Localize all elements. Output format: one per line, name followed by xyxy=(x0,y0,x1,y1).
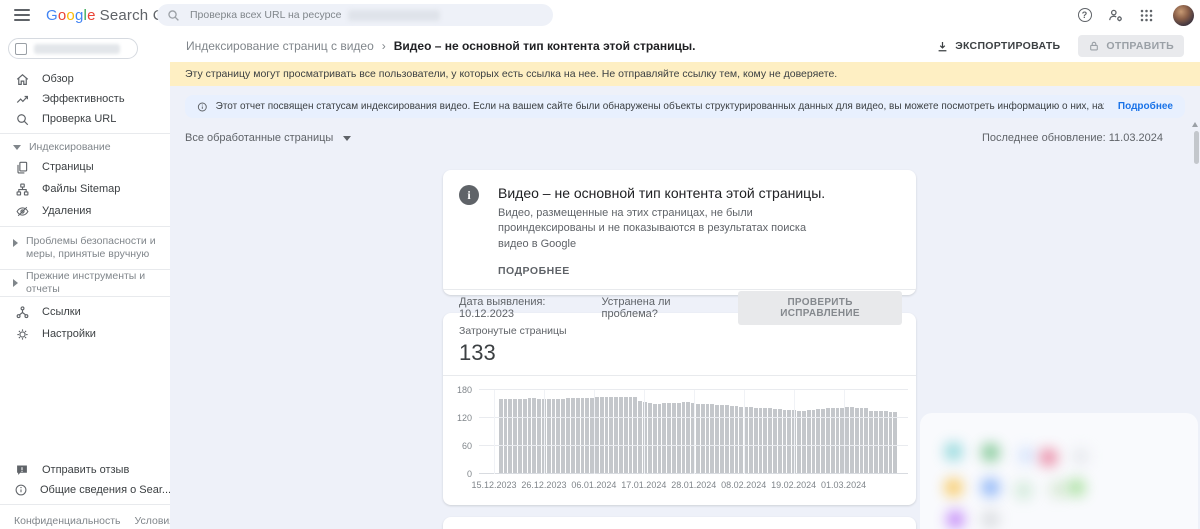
account-avatar[interactable] xyxy=(1173,4,1194,26)
apps-grid-icon xyxy=(1140,9,1153,21)
detected-date: Дата выявления: 10.12.2023 xyxy=(459,295,546,320)
scrollbar-up-arrow[interactable] xyxy=(1192,122,1198,127)
breadcrumb-parent[interactable]: Индексирование страниц с видео xyxy=(186,39,374,53)
chevron-down-icon xyxy=(343,135,352,141)
property-type-icon xyxy=(15,42,27,55)
next-card-stub xyxy=(443,517,916,529)
sidebar-section-legacy[interactable]: Прежние инструменты и отчеты xyxy=(0,270,170,295)
magnifier-icon xyxy=(14,111,30,127)
sidebar-section-indexing[interactable]: Индексирование xyxy=(0,138,170,156)
sidebar-section-security[interactable]: Проблемы безопасности и меры, принятые в… xyxy=(0,231,170,265)
lock-icon xyxy=(1090,41,1099,51)
sitemap-icon xyxy=(14,181,30,197)
privacy-link[interactable]: Конфиденциальность xyxy=(14,515,121,527)
help-button[interactable]: ? xyxy=(1076,7,1093,24)
sidebar-item-about[interactable]: Общие сведения о Sear... xyxy=(0,480,170,500)
home-icon xyxy=(14,71,30,87)
blurred-overlay xyxy=(920,413,1198,529)
metric-label: Затронутые страницы xyxy=(459,325,567,337)
sidebar-item-sitemaps[interactable]: Файлы Sitemap xyxy=(0,178,170,200)
hamburger-menu-icon[interactable] xyxy=(14,9,30,21)
share-warning-banner: Эту страницу могут просматривать все пол… xyxy=(170,62,1200,86)
breadcrumb: Индексирование страниц с видео › Видео –… xyxy=(170,30,1200,62)
validate-fix-button[interactable]: ПРОВЕРИТЬ ИСПРАВЛЕНИЕ xyxy=(738,290,902,325)
info-icon xyxy=(197,102,207,111)
sidebar-item-overview[interactable]: Обзор xyxy=(0,69,170,89)
divider xyxy=(0,504,170,505)
gear-icon xyxy=(14,326,30,342)
learn-more-link[interactable]: Подробнее xyxy=(1104,101,1173,112)
divider xyxy=(0,226,170,227)
sidebar-item-settings[interactable]: Настройки xyxy=(0,323,170,345)
issue-description: Видео, размещенные на этих страницах, не… xyxy=(498,207,807,250)
fixed-question-label: Устранена ли проблема? xyxy=(601,295,671,320)
chart-x-axis: 15.12.2023 26.12.2023 06.01.2024 17.01.2024… xyxy=(471,480,867,490)
hidden-eye-icon xyxy=(14,203,30,219)
redacted-property-label xyxy=(34,43,120,54)
url-inspection-search-input[interactable]: Проверка всех URL на ресурсе xyxy=(157,4,553,26)
feedback-icon xyxy=(14,462,30,478)
search-icon xyxy=(168,9,179,21)
sidebar-item-url-inspection[interactable]: Проверка URL xyxy=(0,109,170,129)
chevron-right-icon xyxy=(13,239,18,247)
scrollbar-thumb[interactable] xyxy=(1194,131,1199,164)
last-update-label: Последнее обновление: 11.03.2024 xyxy=(981,132,1163,144)
sidebar-item-links[interactable]: Ссылки xyxy=(0,301,170,323)
info-circle-icon xyxy=(14,482,28,498)
submit-button[interactable]: ОТПРАВИТЬ xyxy=(1078,35,1184,57)
metric-value: 133 xyxy=(459,340,496,365)
sidebar-navigation: Обзор Эффективность Проверка URL Индекси… xyxy=(0,30,170,529)
performance-trend-icon xyxy=(14,91,30,107)
top-app-bar: Google Search Console Проверка всех URL н… xyxy=(0,0,1200,30)
links-icon xyxy=(14,304,30,320)
chart-bars xyxy=(498,390,898,474)
sidebar-item-performance[interactable]: Эффективность xyxy=(0,89,170,109)
sidebar-item-feedback[interactable]: Отправить отзыв xyxy=(0,460,170,480)
filter-bar: Все обработанные страницы Последнее обно… xyxy=(185,132,1185,144)
export-button[interactable]: ЭКСПОРТИРОВАТЬ xyxy=(936,40,1060,53)
info-banner: Этот отчет посвящен статусам индексирова… xyxy=(185,95,1185,118)
google-apps-button[interactable] xyxy=(1138,7,1155,24)
pages-filter-dropdown[interactable]: Все обработанные страницы xyxy=(185,132,352,144)
pages-icon xyxy=(14,159,30,175)
breadcrumb-separator: › xyxy=(381,39,386,53)
divider xyxy=(0,296,170,297)
info-banner-text: Этот отчет посвящен статусам индексирова… xyxy=(215,101,1104,112)
google-logo: Google xyxy=(46,6,96,24)
manage-users-button[interactable] xyxy=(1107,7,1124,24)
chart-plot: 0 60 120 180 xyxy=(457,385,908,479)
user-gear-icon xyxy=(1109,9,1122,21)
affected-pages-chart-card: Затронутые страницы 133 0 60 120 180 15.12.… xyxy=(443,313,916,505)
download-icon xyxy=(938,41,947,51)
chevron-right-icon xyxy=(13,279,18,287)
sidebar-item-pages[interactable]: Страницы xyxy=(0,156,170,178)
property-selector[interactable] xyxy=(8,38,138,59)
sidebar-item-removals[interactable]: Удаления xyxy=(0,200,170,222)
page-title: Видео – не основной тип контента этой ст… xyxy=(393,39,696,53)
redacted-property-name xyxy=(347,9,440,21)
search-placeholder: Проверка всех URL на ресурсе xyxy=(190,9,342,21)
main-content: Индексирование страниц с видео › Видео –… xyxy=(170,30,1200,529)
divider xyxy=(0,133,170,134)
issue-title: Видео – не основной тип контента этой ст… xyxy=(498,185,826,201)
legal-links: КонфиденциальностьУсловия использования xyxy=(0,509,170,529)
issue-detail-card: i Видео – не основной тип контента этой … xyxy=(443,170,916,325)
issue-info-icon: i xyxy=(459,185,479,205)
help-icon: ? xyxy=(1077,8,1092,22)
issue-learn-more-link[interactable]: ПОДРОБНЕЕ xyxy=(498,265,828,277)
chevron-down-icon xyxy=(13,144,21,150)
